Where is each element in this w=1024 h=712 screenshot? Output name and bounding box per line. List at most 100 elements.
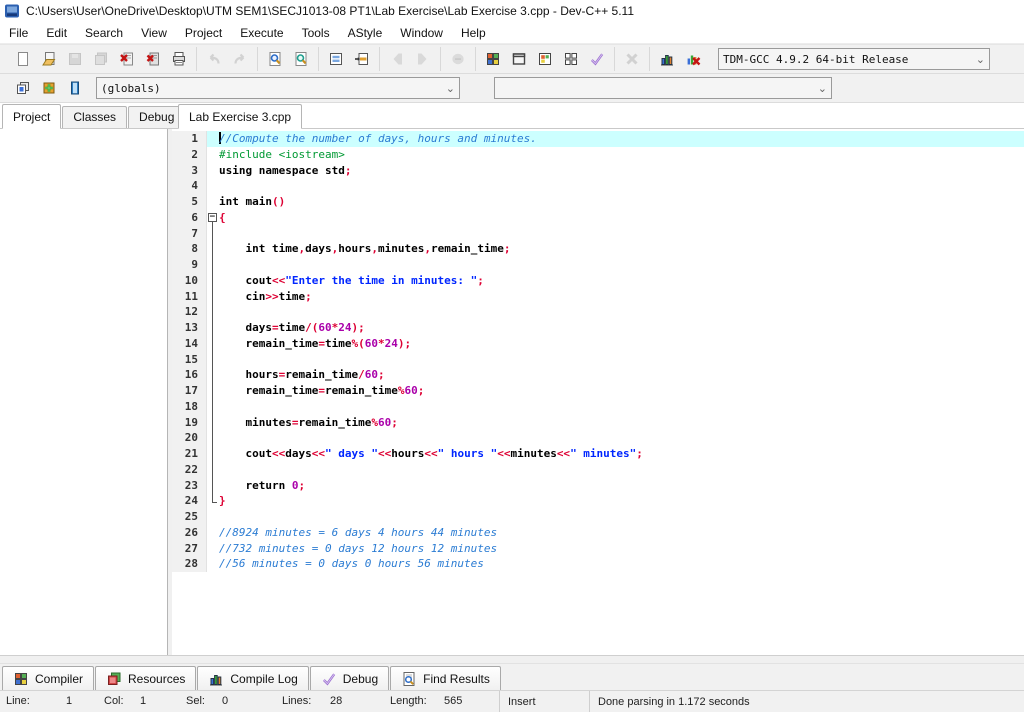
compile-run-button[interactable]	[532, 47, 558, 71]
line-number: 19	[172, 415, 207, 431]
fold-margin	[207, 352, 219, 368]
new-file-icon	[15, 51, 31, 67]
menu-file[interactable]: File	[0, 22, 37, 43]
open-file-button[interactable]	[36, 47, 62, 71]
bookmark-button[interactable]	[62, 76, 88, 100]
project-panel[interactable]	[0, 129, 168, 655]
menu-edit[interactable]: Edit	[37, 22, 76, 43]
tab-find-results[interactable]: Find Results	[390, 666, 501, 690]
line-number: 12	[172, 304, 207, 320]
tab-compiler[interactable]: Compiler	[2, 666, 94, 690]
tab-resources[interactable]: Resources	[95, 666, 196, 690]
new-window-button[interactable]	[10, 76, 36, 100]
fold-margin	[207, 399, 219, 415]
title-bar: C:\Users\User\OneDrive\Desktop\UTM SEM1\…	[0, 0, 1024, 22]
scope-select[interactable]: (globals) ⌄	[96, 77, 460, 99]
line-number: 8	[172, 241, 207, 257]
code-line[interactable]: 15	[172, 352, 1024, 368]
code-line[interactable]: 7	[172, 226, 1024, 242]
fold-margin	[207, 241, 219, 257]
close-all-icon	[145, 51, 161, 67]
profile-delete-icon	[685, 51, 701, 67]
code-line[interactable]: 5int main()	[172, 194, 1024, 210]
compiler-select[interactable]: TDM-GCC 4.9.2 64-bit Release ⌄	[718, 48, 990, 70]
tab-label: Debug	[343, 672, 378, 686]
code-line[interactable]: 25	[172, 509, 1024, 525]
code-line[interactable]: 3using namespace std;	[172, 163, 1024, 179]
code-line[interactable]: 6−{	[172, 210, 1024, 226]
close-all-button[interactable]	[140, 47, 166, 71]
code-line[interactable]: 24}	[172, 493, 1024, 509]
syntax-check-button[interactable]	[584, 47, 610, 71]
print-button[interactable]	[166, 47, 192, 71]
code-line[interactable]: 12	[172, 304, 1024, 320]
code-line[interactable]: 20	[172, 430, 1024, 446]
close-icon	[119, 51, 135, 67]
code-line[interactable]: 2#include <iostream>	[172, 147, 1024, 163]
tab-project[interactable]: Project	[2, 104, 61, 129]
profile-delete-button[interactable]	[680, 47, 706, 71]
menu-execute[interactable]: Execute	[231, 22, 292, 43]
window-title: C:\Users\User\OneDrive\Desktop\UTM SEM1\…	[26, 4, 634, 18]
menu-project[interactable]: Project	[176, 22, 231, 43]
new-window-icon	[15, 80, 31, 96]
fold-margin	[207, 493, 219, 509]
compile-button[interactable]	[480, 47, 506, 71]
line-number: 7	[172, 226, 207, 242]
close-button[interactable]	[114, 47, 140, 71]
menu-view[interactable]: View	[132, 22, 176, 43]
fold-toggle[interactable]: −	[207, 210, 219, 226]
run-icon	[511, 51, 527, 67]
menu-tools[interactable]: Tools	[293, 22, 339, 43]
profile-button[interactable]	[654, 47, 680, 71]
fold-margin	[207, 478, 219, 494]
code-line[interactable]: 10 cout<<"Enter the time in minutes: ";	[172, 273, 1024, 289]
undo-icon	[206, 51, 222, 67]
menu-astyle[interactable]: AStyle	[339, 22, 392, 43]
member-select[interactable]: ⌄	[494, 77, 832, 99]
goto-line-button[interactable]	[323, 47, 349, 71]
tab-lab-exercise-3-cpp[interactable]: Lab Exercise 3.cpp	[178, 104, 302, 129]
code-line[interactable]: 8 int time,days,hours,minutes,remain_tim…	[172, 241, 1024, 257]
syntax-check-icon	[321, 671, 337, 687]
code-line[interactable]: 13 days=time/(60*24);	[172, 320, 1024, 336]
editor-tab-label: Lab Exercise 3.cpp	[189, 110, 291, 124]
code-line[interactable]: 26//8924 minutes = 6 days 4 hours 44 min…	[172, 525, 1024, 541]
rebuild-button[interactable]	[558, 47, 584, 71]
add-item-button[interactable]	[36, 76, 62, 100]
report-tabs: CompilerResourcesCompile Log Debug Find Re…	[0, 663, 1024, 690]
code-line[interactable]: 4	[172, 178, 1024, 194]
status-message: Done parsing in 1.172 seconds	[590, 691, 1024, 712]
menu-search[interactable]: Search	[76, 22, 132, 43]
code-line[interactable]: 27//732 minutes = 0 days 12 hours 12 min…	[172, 541, 1024, 557]
fold-margin	[207, 525, 219, 541]
code-line[interactable]: 16 hours=remain_time/60;	[172, 367, 1024, 383]
code-line[interactable]: 21 cout<<days<<" days "<<hours<<" hours …	[172, 446, 1024, 462]
tab-classes[interactable]: Classes	[62, 106, 127, 128]
code-line[interactable]: 22	[172, 462, 1024, 478]
menu-help[interactable]: Help	[452, 22, 495, 43]
report-splitter[interactable]	[0, 655, 1024, 663]
code-line[interactable]: 23 return 0;	[172, 478, 1024, 494]
code-editor[interactable]: 1//Compute the number of days, hours and…	[172, 129, 1024, 655]
goto-function-button[interactable]	[349, 47, 375, 71]
find-button[interactable]	[262, 47, 288, 71]
code-line[interactable]: 28//56 minutes = 0 days 0 hours 56 minut…	[172, 556, 1024, 572]
menu-window[interactable]: Window	[391, 22, 452, 43]
code-line[interactable]: 18	[172, 399, 1024, 415]
run-button[interactable]	[506, 47, 532, 71]
replace-button[interactable]	[288, 47, 314, 71]
code-line[interactable]: 1//Compute the number of days, hours and…	[172, 131, 1024, 147]
code-line[interactable]: 14 remain_time=time%(60*24);	[172, 336, 1024, 352]
new-file-button[interactable]	[10, 47, 36, 71]
code-line[interactable]: 17 remain_time=remain_time%60;	[172, 383, 1024, 399]
code-line[interactable]: 19 minutes=remain_time%60;	[172, 415, 1024, 431]
compile-run-icon	[537, 51, 553, 67]
code-line[interactable]: 11 cin>>time;	[172, 289, 1024, 305]
tab-compile-log[interactable]: Compile Log	[197, 666, 308, 690]
resources-icon	[106, 671, 122, 687]
code-line[interactable]: 9	[172, 257, 1024, 273]
toolbar-group	[257, 47, 318, 71]
tab-debug[interactable]: Debug	[310, 666, 389, 690]
fold-margin	[207, 336, 219, 352]
